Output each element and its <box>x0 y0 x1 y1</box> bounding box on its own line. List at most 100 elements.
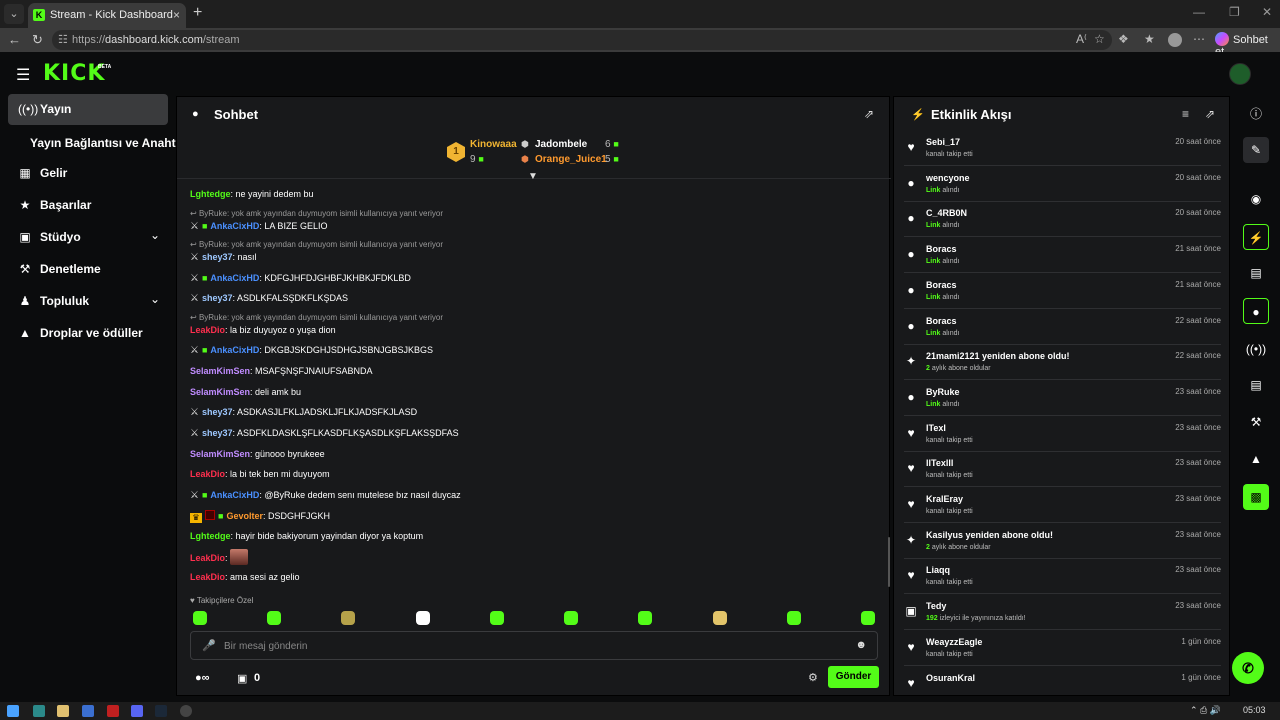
leaderboard-first-name[interactable]: Kinowaaa <box>470 139 517 150</box>
tray-icons[interactable]: ⌃ ⎙ 🔊 <box>1190 705 1221 716</box>
emote-icon[interactable] <box>861 611 875 625</box>
edit-icon[interactable]: ✎ <box>1243 137 1269 163</box>
broadcast-icon[interactable]: ((•)) <box>1243 336 1269 362</box>
leaderboard-third-name[interactable]: Orange_Juice1 <box>535 154 607 165</box>
steam-icon[interactable] <box>155 705 167 717</box>
emoji-picker-icon[interactable]: ☻ <box>855 639 867 651</box>
collapse-leaderboard-icon[interactable]: ▼ <box>528 171 538 182</box>
chat-message[interactable]: ⚔ ■ AnkaCixHD: @ByRuke dedem senı mutelese… <box>190 490 461 501</box>
obs-icon[interactable] <box>180 705 192 717</box>
filter-icon[interactable]: ≡ <box>1182 107 1189 121</box>
chat-username[interactable]: SelamKimSen <box>190 387 250 397</box>
chat-username[interactable]: Gevolter <box>226 511 263 521</box>
activity-item[interactable]: ✦ 21mami2121 yeniden abone oldu! 2 aylık a… <box>904 345 1221 381</box>
activity-user-name[interactable]: Boracs <box>926 244 957 254</box>
chat-message[interactable]: ⚔ ■ AnkaCixHD: DKGBJSKDGHJSDHGJSBNJGBSJKBG… <box>190 345 433 356</box>
chat-message[interactable]: LeakDio: la biz duyuyoz o yuşa dion <box>190 325 336 335</box>
activity-user-name[interactable]: ByRuke <box>926 387 960 397</box>
sidebar-item-community[interactable]: ♟ Topluluk ⌄ <box>8 286 168 317</box>
activity-item[interactable]: ♥ llTexlll kanalı takip etti 23 saat önce <box>904 452 1221 488</box>
chat-message[interactable]: ⚔ ■ AnkaCixHD: KDFGJHFDJGHBFJKHBKJFDKLBD <box>190 273 411 284</box>
emote-icon[interactable] <box>713 611 727 625</box>
favorites-icon[interactable]: ★ <box>1144 32 1155 46</box>
chat-username[interactable]: LeakDio <box>190 572 225 582</box>
browser-tab[interactable]: K Stream - Kick Dashboard × <box>28 3 186 28</box>
sidebar-item-stream[interactable]: ((•)) Yayın <box>8 94 168 125</box>
app-icon[interactable] <box>107 705 119 717</box>
activity-item[interactable]: ● ByRuke Link alındı 23 saat önce <box>904 381 1221 416</box>
chat-message[interactable]: LeakDio: <box>190 549 249 565</box>
site-info-icon[interactable]: ☷ <box>58 33 68 46</box>
activity-user-name[interactable]: Liaqq <box>926 565 950 575</box>
emote-icon[interactable] <box>267 611 281 625</box>
activity-item[interactable]: ✦ Kasilyus yeniden abone oldu! 2 aylık abo… <box>904 524 1221 559</box>
activity-user-name[interactable]: WeayzzEagle <box>926 637 982 647</box>
windows-start-icon[interactable] <box>7 705 19 717</box>
clapperboard-icon[interactable]: ▩ <box>1243 484 1269 510</box>
microphone-icon[interactable]: 🎤 <box>202 639 216 652</box>
support-chat-button[interactable]: ✆ <box>1232 652 1264 684</box>
kick-logo[interactable]: KICK <box>43 61 105 86</box>
sidebar-item-stream-key[interactable]: Yayın Bağlantısı ve Anahtarı <box>30 136 190 150</box>
activity-user-name[interactable]: Boracs <box>926 280 957 290</box>
activity-user-name[interactable]: Kasilyus yeniden abone oldu! <box>926 530 1053 540</box>
leaderboard-second-name[interactable]: Jadombele <box>535 139 587 150</box>
close-tab-icon[interactable]: × <box>173 8 180 22</box>
chat-message[interactable]: ⚔ ■ AnkaCixHD: LA BIZE GELIO <box>190 221 327 232</box>
browser-profile-avatar[interactable] <box>1168 33 1182 47</box>
camera-icon[interactable]: ◉ <box>1243 186 1269 212</box>
emote-icon[interactable] <box>787 611 801 625</box>
activity-user-name[interactable]: wencyone <box>926 173 970 183</box>
chat-message[interactable]: Lghtedge: ne yayini dedem bu <box>190 189 314 199</box>
send-button[interactable]: Gönder <box>828 666 879 688</box>
activity-user-name[interactable]: Boracs <box>926 316 957 326</box>
activity-user-name[interactable]: 21mami2121 yeniden abone oldu! <box>926 351 1070 361</box>
refresh-icon[interactable]: ↻ <box>32 32 43 48</box>
chat-scrollbar[interactable] <box>888 537 890 587</box>
chat-username[interactable]: Lghtedge <box>190 531 231 541</box>
gift-box-icon[interactable]: ▣ <box>237 672 247 685</box>
activity-item[interactable]: ● C_4RB0N Link alındı 20 saat önce <box>904 202 1221 238</box>
sidebar-item-moderation[interactable]: ⚒ Denetleme <box>8 254 168 285</box>
chat-message[interactable]: LeakDio: la bi tek ben mi duyuyom <box>190 469 330 479</box>
extensions-icon[interactable]: ❖ <box>1118 32 1129 46</box>
chat-username[interactable]: AnkaCixHD <box>210 490 259 500</box>
activity-user-name[interactable]: C_4RB0N <box>926 208 967 218</box>
activity-user-name[interactable]: KralEray <box>926 494 963 504</box>
close-window-icon[interactable]: ✕ <box>1262 5 1272 19</box>
sidebar-item-achievements[interactable]: ★ Başarılar <box>8 190 168 221</box>
sidebar-item-revenue[interactable]: ▦ Gelir <box>8 158 168 189</box>
activity-item[interactable]: ♥ OsuranKral 1 gün önce <box>904 667 1221 696</box>
read-aloud-icon[interactable]: A⁽ <box>1076 32 1087 46</box>
activity-item[interactable]: ♥ Liaqq kanalı takip etti 23 saat önce <box>904 559 1221 595</box>
channel-points[interactable]: ●∞ <box>195 672 210 684</box>
maximize-icon[interactable]: ❐ <box>1229 5 1240 19</box>
edge-icon[interactable] <box>33 705 45 717</box>
chat-message[interactable]: LeakDio: ama sesi az gelio <box>190 572 300 582</box>
drops-icon[interactable]: ▲ <box>1243 446 1269 472</box>
chat-username[interactable]: LeakDio <box>190 553 225 563</box>
sidebar-item-studio[interactable]: ▣ Stüdyo ⌄ <box>8 222 168 253</box>
chat-username[interactable]: AnkaCixHD <box>210 345 259 355</box>
chat-username[interactable]: shey37 <box>202 407 233 417</box>
chat-username[interactable]: LeakDio <box>190 325 225 335</box>
user-avatar[interactable] <box>1229 63 1251 85</box>
activity-item[interactable]: ♥ Sebi_17 kanalı takip etti 20 saat önce <box>904 131 1221 166</box>
chat-message[interactable]: SelamKimSen: MSAFŞNŞFJNAIUFSABNDA <box>190 366 373 376</box>
chat-message[interactable]: SelamKimSen: günooo byrukeee <box>190 449 325 459</box>
chat-username[interactable]: shey37 <box>202 293 233 303</box>
new-tab-button[interactable]: + <box>193 4 202 22</box>
more-icon[interactable]: ⋯ <box>1193 32 1205 46</box>
activity-item[interactable]: ♥ WeayzzEagle kanalı takip etti 1 gün önce <box>904 631 1221 666</box>
emote-icon[interactable] <box>564 611 578 625</box>
activity-toggle-icon[interactable]: ⚡ <box>1243 224 1269 250</box>
mail-icon[interactable] <box>82 705 94 717</box>
activity-item[interactable]: ● Boracs Link alındı 22 saat önce <box>904 310 1221 345</box>
chat-toggle-icon[interactable]: ● <box>1243 298 1269 324</box>
wrench-icon[interactable]: ⚒ <box>1243 409 1269 435</box>
chat-message[interactable]: SelamKimSen: deli amk bu <box>190 387 301 397</box>
activity-user-name[interactable]: OsuranKral <box>926 673 975 683</box>
activity-item[interactable]: ♥ KralEray kanalı takip etti 23 saat önce <box>904 488 1221 523</box>
favorite-star-icon[interactable]: ☆ <box>1094 32 1105 46</box>
info-icon[interactable]: ⓘ <box>1243 101 1269 127</box>
